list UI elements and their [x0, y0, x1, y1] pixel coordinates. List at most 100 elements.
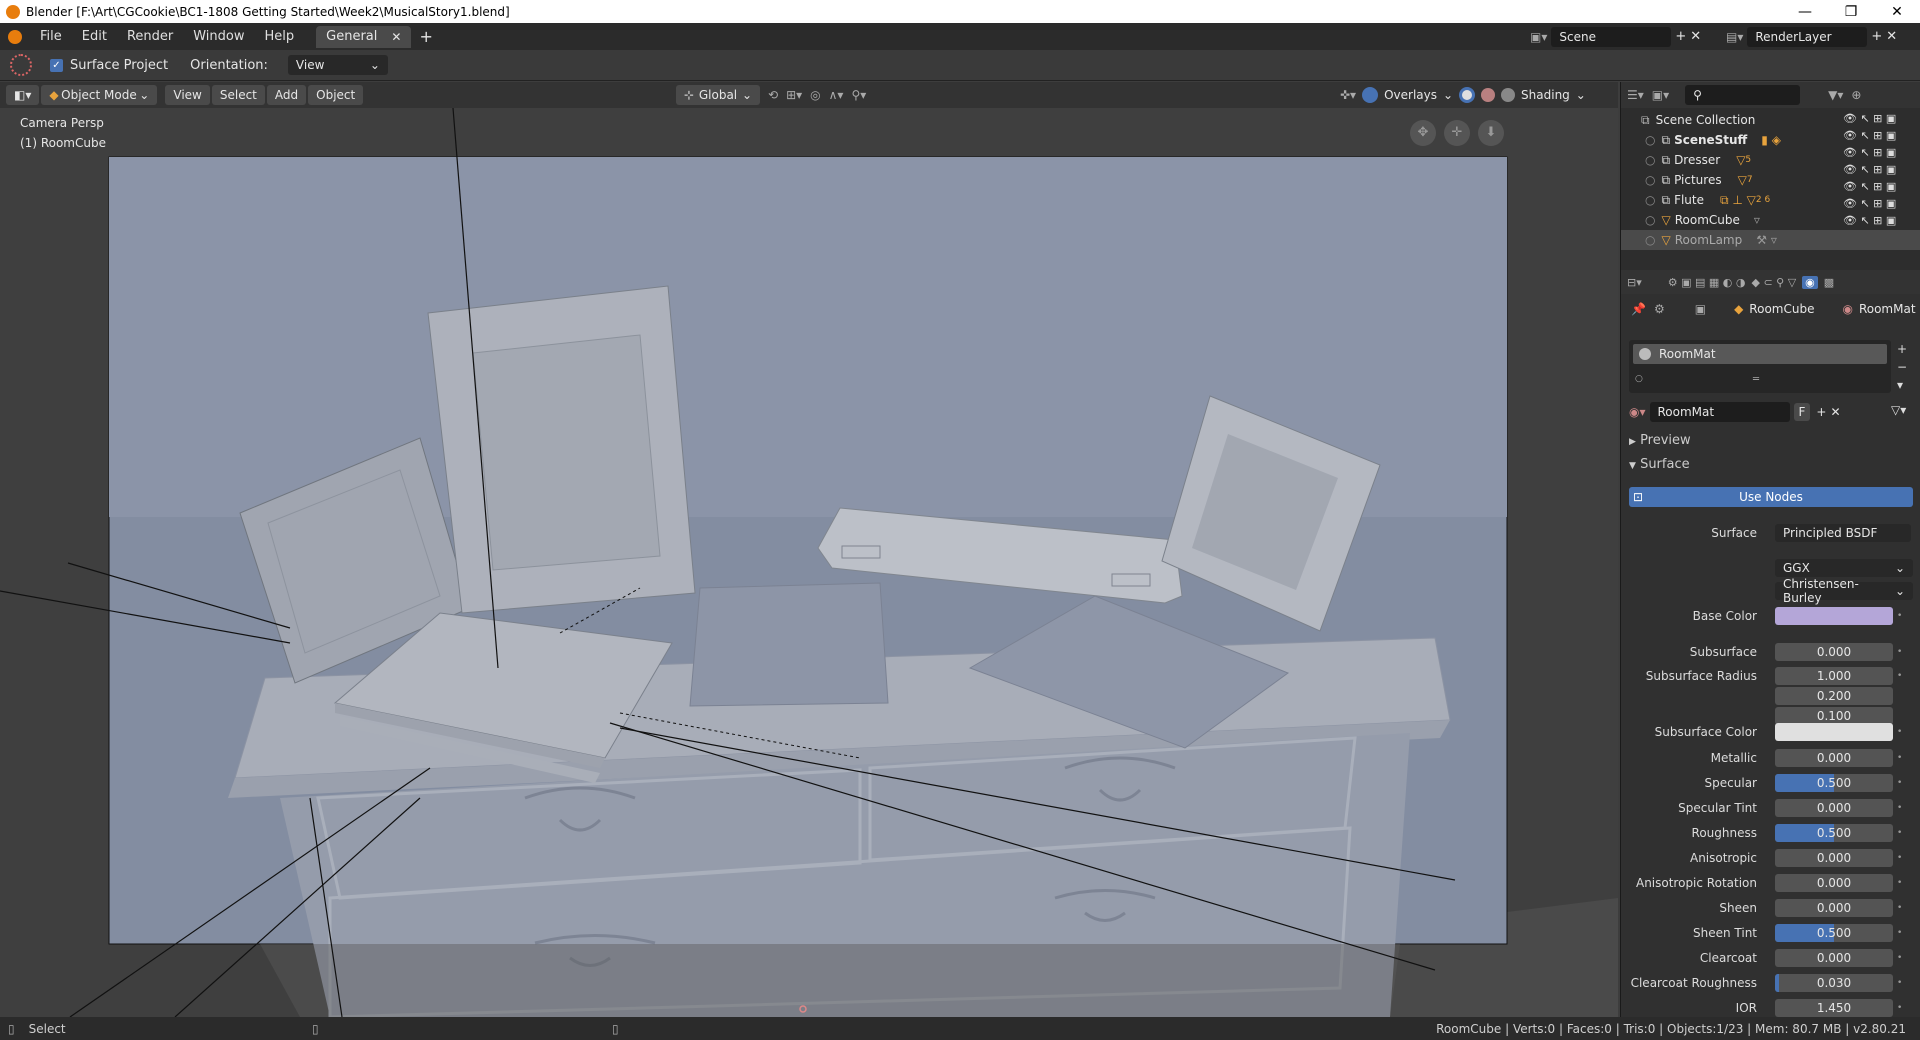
filter-icon[interactable]: ▼▾ [1828, 88, 1843, 102]
new-collection-icon[interactable]: ⊕ [1851, 88, 1861, 102]
slot-expand-icon[interactable]: ○ [1635, 374, 1643, 384]
base-color-swatch[interactable] [1775, 607, 1893, 625]
visibility-icons-row[interactable]: 👁 ↖ ⊞ ▣ [1843, 146, 1896, 159]
surface-panel-header[interactable]: ▼ Surface [1629, 457, 1690, 472]
property-value-field[interactable]: 0.000 [1775, 899, 1893, 917]
properties-editor-icon[interactable]: ⊟▾ [1627, 276, 1642, 289]
remove-scene-button[interactable]: ✕ [1690, 29, 1701, 44]
property-value-field[interactable]: 0.000 [1775, 643, 1893, 661]
workspace-tab-general[interactable]: General ✕ [316, 25, 412, 48]
close-tab-icon[interactable]: ✕ [391, 30, 401, 44]
expand-icon[interactable]: ○ [1645, 153, 1655, 167]
pin-icon[interactable]: 📌 [1631, 302, 1646, 316]
visibility-icons-row[interactable]: 👁 ↖ ⊞ ▣ [1843, 180, 1896, 193]
property-value-field[interactable]: 0.200 [1775, 687, 1893, 705]
visibility-icons-row[interactable]: 👁 ↖ ⊞ ▣ [1843, 197, 1896, 210]
material-name-field[interactable]: RoomMat [1649, 402, 1790, 422]
add-slot-button[interactable]: + [1897, 342, 1907, 356]
preview-panel-header[interactable]: ▶ Preview [1629, 433, 1691, 448]
property-value-field[interactable]: 0.000 [1775, 749, 1893, 767]
property-value-field[interactable]: 0.000 [1775, 799, 1893, 817]
socket-icon[interactable]: • [1897, 803, 1902, 813]
shading-button[interactable]: Shading [1521, 88, 1570, 102]
add-scene-button[interactable]: + [1675, 29, 1686, 44]
socket-icon[interactable]: • [1897, 828, 1902, 838]
socket-icon[interactable]: • [1897, 903, 1902, 913]
display-mode-icon[interactable]: ▣▾ [1652, 88, 1669, 102]
minimize-button[interactable]: — [1782, 4, 1828, 20]
overlays-button[interactable]: Overlays [1384, 88, 1437, 102]
visibility-icons-row[interactable]: 👁 ↖ ⊞ ▣ [1843, 129, 1896, 142]
material-shading-icon[interactable] [1481, 88, 1496, 102]
unlink-material-button[interactable]: ✕ [1830, 405, 1840, 419]
menu-edit[interactable]: Edit [72, 29, 117, 44]
subsurface-color-swatch[interactable] [1775, 723, 1893, 741]
material-tab-icon[interactable]: ◉ [1802, 275, 1818, 289]
blender-menu-icon[interactable] [8, 29, 22, 44]
subsurface-method-dropdown[interactable]: Christensen-Burley ⌄ [1775, 577, 1913, 605]
orientation-dropdown[interactable]: View ⌄ [287, 55, 388, 75]
expand-icon[interactable]: ○ [1645, 193, 1655, 207]
expand-icon[interactable]: ○ [1645, 233, 1655, 247]
render-layer-selector[interactable]: RenderLayer [1747, 26, 1868, 47]
property-value-field[interactable]: 1.450 [1775, 999, 1893, 1017]
scene-selector[interactable]: Scene [1551, 26, 1672, 47]
remove-slot-button[interactable]: − [1897, 360, 1907, 374]
material-slot-row[interactable]: RoomMat [1633, 344, 1887, 364]
visibility-icons-row[interactable]: 👁 ↖ ⊞ ▣ [1843, 214, 1896, 227]
property-value-field[interactable]: 0.500 [1775, 824, 1893, 842]
distribution-dropdown[interactable]: GGX ⌄ [1775, 559, 1913, 577]
cursor-tool-icon[interactable] [10, 54, 32, 76]
property-value-field[interactable]: 0.500 [1775, 924, 1893, 942]
menu-window[interactable]: Window [183, 29, 254, 44]
socket-icon[interactable]: • [1897, 611, 1902, 621]
property-value-field[interactable]: 0.500 [1775, 774, 1893, 792]
surface-shader-dropdown[interactable]: Principled BSDF [1775, 524, 1911, 542]
socket-icon[interactable]: • [1897, 647, 1902, 657]
outliner-item-roomlamp[interactable]: ○ ▽ RoomLamp ⚒ ▿ [1621, 230, 1920, 250]
visibility-icons-row[interactable]: 👁 ↖ ⊞ ▣ [1843, 163, 1896, 176]
tool-tab-icon[interactable]: ⚙ ▣ ▤ ▦ ◐ ◑ [1668, 276, 1746, 289]
navigate-pan-icon[interactable]: ✛ [1444, 120, 1470, 146]
navigate-zoom-icon[interactable]: ⬇ [1478, 120, 1504, 146]
material-browse-icon[interactable]: ◉▾ [1629, 405, 1646, 419]
property-value-field[interactable]: 1.000 [1775, 667, 1893, 685]
socket-icon[interactable]: • [1897, 878, 1902, 888]
object-types-icon[interactable]: ⚲▾ [851, 88, 866, 102]
expand-icon[interactable]: ○ [1645, 173, 1655, 187]
new-material-button[interactable]: + [1816, 405, 1826, 419]
slot-specials-button[interactable]: ▾ [1897, 378, 1907, 392]
outliner-search-input[interactable]: ⚲ [1685, 85, 1801, 105]
socket-icon[interactable]: • [1897, 671, 1902, 681]
socket-icon[interactable]: • [1897, 753, 1902, 763]
menu-help[interactable]: Help [255, 29, 305, 44]
outliner-editor-icon[interactable]: ☰▾ [1627, 88, 1644, 102]
object-menu[interactable]: Object [308, 85, 364, 105]
proportional-edit-icon[interactable]: ◎ [810, 88, 820, 102]
overlays-icon[interactable] [1362, 87, 1379, 103]
menu-render[interactable]: Render [117, 29, 183, 44]
socket-icon[interactable]: • [1897, 778, 1902, 788]
close-window-button[interactable]: ✕ [1874, 4, 1920, 20]
socket-icon[interactable]: • [1897, 953, 1902, 963]
object-tabs-icon[interactable]: ◆ ⊂ ⚲ ▽ [1751, 276, 1796, 289]
add-menu[interactable]: Add [266, 85, 307, 105]
fake-user-button[interactable]: F [1793, 403, 1811, 421]
menu-file[interactable]: File [30, 29, 72, 44]
snap-icon[interactable]: ⊞▾ [786, 88, 802, 102]
gizmo-icon[interactable]: ✜▾ [1340, 88, 1356, 102]
view-menu[interactable]: View [165, 85, 210, 105]
property-value-field[interactable]: 0.030 [1775, 974, 1893, 992]
property-value-field[interactable]: 0.000 [1775, 949, 1893, 967]
property-value-field[interactable]: 0.000 [1775, 849, 1893, 867]
texture-tab-icon[interactable]: ▩ [1824, 276, 1834, 289]
maximize-button[interactable]: ❐ [1828, 4, 1874, 20]
property-value-field[interactable]: 0.000 [1775, 874, 1893, 892]
socket-icon[interactable]: • [1897, 978, 1902, 988]
remove-render-layer-button[interactable]: ✕ [1886, 29, 1897, 44]
falloff-icon[interactable]: ∧▾ [829, 88, 844, 102]
select-menu[interactable]: Select [211, 85, 265, 105]
socket-icon[interactable]: • [1897, 928, 1902, 938]
expand-icon[interactable]: ○ [1645, 133, 1655, 147]
socket-icon[interactable]: • [1897, 727, 1902, 737]
